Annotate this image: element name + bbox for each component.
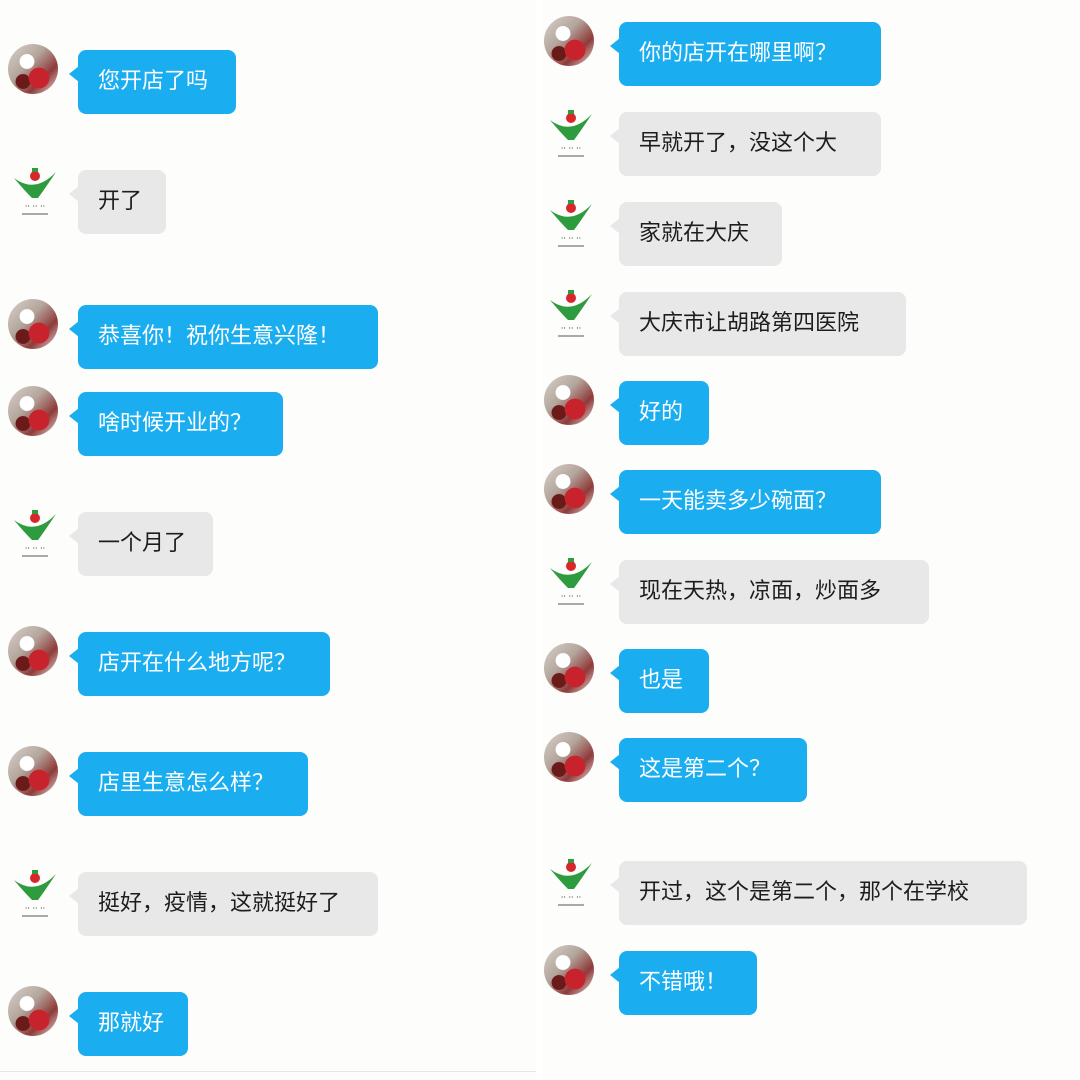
logo-icon: ·· ·· ··	[550, 110, 592, 157]
logo-icon: ·· ·· ··	[550, 558, 592, 605]
user-avatar[interactable]	[544, 945, 594, 995]
svg-text:·· ·· ··: ·· ·· ··	[561, 893, 581, 902]
outgoing-message-bubble[interactable]: 也是	[610, 649, 709, 713]
outgoing-message-bubble[interactable]: 这是第二个？	[610, 738, 807, 802]
user-avatar[interactable]	[544, 464, 594, 514]
logo-icon: ·· ·· ··	[14, 870, 56, 917]
svg-text:·· ·· ··: ·· ·· ··	[561, 144, 581, 153]
svg-text:·· ·· ··: ·· ·· ··	[25, 544, 45, 553]
outgoing-message-bubble[interactable]: 啥时候开业的？	[69, 392, 283, 456]
divider	[0, 1071, 536, 1072]
user-avatar[interactable]	[8, 44, 58, 94]
user-avatar[interactable]	[8, 299, 58, 349]
svg-text:·· ·· ··: ·· ·· ··	[561, 234, 581, 243]
shop-logo-avatar[interactable]: ·· ·· ··	[544, 286, 598, 340]
svg-text:·· ·· ··: ·· ·· ··	[561, 592, 581, 601]
outgoing-message-bubble[interactable]: 店里生意怎么样？	[69, 752, 308, 816]
user-avatar[interactable]	[8, 386, 58, 436]
chat-panel-right: 你的店开在哪里啊？ ·· ·· ·· 早就开了，没这个大 ·· ·· ·· 家就在大庆 ·…	[542, 0, 1080, 1080]
user-avatar[interactable]	[544, 643, 594, 693]
incoming-message-bubble[interactable]: 早就开了，没这个大	[610, 112, 881, 176]
logo-icon: ·· ·· ··	[550, 200, 592, 247]
user-avatar[interactable]	[544, 732, 594, 782]
user-avatar[interactable]	[8, 746, 58, 796]
shop-logo-avatar[interactable]: ·· ·· ··	[8, 506, 62, 560]
user-avatar[interactable]	[8, 986, 58, 1036]
svg-text:·· ·· ··: ·· ·· ··	[25, 904, 45, 913]
outgoing-message-bubble[interactable]: 不错哦！	[610, 951, 757, 1015]
shop-logo-avatar[interactable]: ·· ·· ··	[8, 866, 62, 920]
incoming-message-bubble[interactable]: 家就在大庆	[610, 202, 782, 266]
user-avatar[interactable]	[544, 375, 594, 425]
outgoing-message-bubble[interactable]: 一天能卖多少碗面？	[610, 470, 881, 534]
shop-logo-avatar[interactable]: ·· ·· ··	[544, 106, 598, 160]
shop-logo-avatar[interactable]: ·· ·· ··	[544, 554, 598, 608]
outgoing-message-bubble[interactable]: 您开店了吗	[69, 50, 236, 114]
svg-text:·· ·· ··: ·· ·· ··	[25, 202, 45, 211]
chat-panel-left: 您开店了吗 ·· ·· ·· 开了恭喜你！祝你生意兴隆！ 啥时候开业的？ ·· ·· ·…	[0, 0, 536, 1080]
logo-icon: ·· ·· ··	[14, 510, 56, 557]
logo-icon: ·· ·· ··	[550, 290, 592, 337]
svg-text:·· ·· ··: ·· ·· ··	[561, 324, 581, 333]
outgoing-message-bubble[interactable]: 好的	[610, 381, 709, 445]
logo-icon: ·· ·· ··	[550, 859, 592, 906]
shop-logo-avatar[interactable]: ·· ·· ··	[544, 855, 598, 909]
incoming-message-bubble[interactable]: 大庆市让胡路第四医院	[610, 292, 906, 356]
incoming-message-bubble[interactable]: 挺好，疫情，这就挺好了	[69, 872, 378, 936]
incoming-message-bubble[interactable]: 开了	[69, 170, 166, 234]
outgoing-message-bubble[interactable]: 店开在什么地方呢？	[69, 632, 330, 696]
outgoing-message-bubble[interactable]: 恭喜你！祝你生意兴隆！	[69, 305, 378, 369]
incoming-message-bubble[interactable]: 现在天热，凉面，炒面多	[610, 560, 929, 624]
outgoing-message-bubble[interactable]: 你的店开在哪里啊？	[610, 22, 881, 86]
logo-icon: ·· ·· ··	[14, 168, 56, 215]
incoming-message-bubble[interactable]: 开过，这个是第二个，那个在学校	[610, 861, 1027, 925]
incoming-message-bubble[interactable]: 一个月了	[69, 512, 213, 576]
user-avatar[interactable]	[544, 16, 594, 66]
shop-logo-avatar[interactable]: ·· ·· ··	[544, 196, 598, 250]
outgoing-message-bubble[interactable]: 那就好	[69, 992, 188, 1056]
user-avatar[interactable]	[8, 626, 58, 676]
shop-logo-avatar[interactable]: ·· ·· ··	[8, 164, 62, 218]
